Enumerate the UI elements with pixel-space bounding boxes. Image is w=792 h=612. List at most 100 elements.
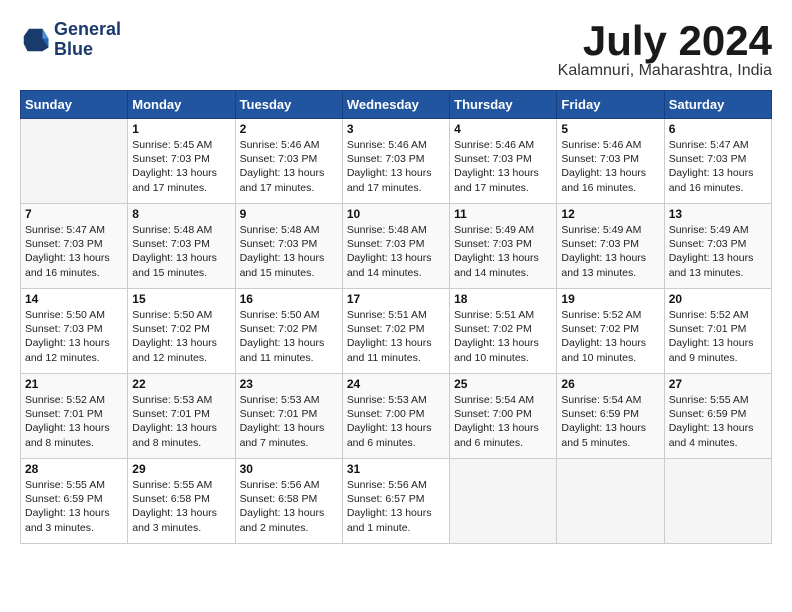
day-number: 30: [240, 462, 338, 476]
day-info: Sunrise: 5:54 AM Sunset: 6:59 PM Dayligh…: [561, 393, 659, 450]
day-info: Sunrise: 5:48 AM Sunset: 7:03 PM Dayligh…: [132, 223, 230, 280]
day-info: Sunrise: 5:50 AM Sunset: 7:02 PM Dayligh…: [132, 308, 230, 365]
week-row-5: 28 Sunrise: 5:55 AM Sunset: 6:59 PM Dayli…: [21, 459, 772, 544]
day-cell: 24 Sunrise: 5:53 AM Sunset: 7:00 PM Dayli…: [342, 374, 449, 459]
day-cell: 22 Sunrise: 5:53 AM Sunset: 7:01 PM Dayli…: [128, 374, 235, 459]
day-info: Sunrise: 5:46 AM Sunset: 7:03 PM Dayligh…: [561, 138, 659, 195]
day-cell: 28 Sunrise: 5:55 AM Sunset: 6:59 PM Dayli…: [21, 459, 128, 544]
calendar-table: SundayMondayTuesdayWednesdayThursdayFrid…: [20, 90, 772, 544]
day-number: 10: [347, 207, 445, 221]
day-cell: 29 Sunrise: 5:55 AM Sunset: 6:58 PM Dayli…: [128, 459, 235, 544]
day-info: Sunrise: 5:48 AM Sunset: 7:03 PM Dayligh…: [347, 223, 445, 280]
day-number: 2: [240, 122, 338, 136]
day-number: 24: [347, 377, 445, 391]
day-number: 14: [25, 292, 123, 306]
day-info: Sunrise: 5:46 AM Sunset: 7:03 PM Dayligh…: [454, 138, 552, 195]
day-info: Sunrise: 5:52 AM Sunset: 7:01 PM Dayligh…: [669, 308, 767, 365]
column-header-saturday: Saturday: [664, 91, 771, 119]
week-row-4: 21Sunrise: 5:52 AM Sunset: 7:01 PM Dayli…: [21, 374, 772, 459]
day-number: 6: [669, 122, 767, 136]
day-cell: 23 Sunrise: 5:53 AM Sunset: 7:01 PM Dayli…: [235, 374, 342, 459]
column-header-thursday: Thursday: [450, 91, 557, 119]
column-header-wednesday: Wednesday: [342, 91, 449, 119]
month-title: July 2024: [558, 20, 772, 62]
day-cell: 27 Sunrise: 5:55 AM Sunset: 6:59 PM Dayli…: [664, 374, 771, 459]
day-info: Sunrise: 5:50 AM Sunset: 7:03 PM Dayligh…: [25, 308, 123, 365]
day-cell: 13Sunrise: 5:49 AM Sunset: 7:03 PM Dayli…: [664, 204, 771, 289]
day-number: 4: [454, 122, 552, 136]
day-number: 5: [561, 122, 659, 136]
day-number: 22: [132, 377, 230, 391]
day-cell: 15 Sunrise: 5:50 AM Sunset: 7:02 PM Dayli…: [128, 289, 235, 374]
day-info: Sunrise: 5:55 AM Sunset: 6:59 PM Dayligh…: [25, 478, 123, 535]
day-number: 19: [561, 292, 659, 306]
day-info: Sunrise: 5:53 AM Sunset: 7:01 PM Dayligh…: [240, 393, 338, 450]
day-number: 11: [454, 207, 552, 221]
day-cell: 16 Sunrise: 5:50 AM Sunset: 7:02 PM Dayli…: [235, 289, 342, 374]
day-cell: 14 Sunrise: 5:50 AM Sunset: 7:03 PM Dayli…: [21, 289, 128, 374]
day-cell: 3Sunrise: 5:46 AM Sunset: 7:03 PM Daylig…: [342, 119, 449, 204]
day-cell: 7 Sunrise: 5:47 AM Sunset: 7:03 PM Daylig…: [21, 204, 128, 289]
day-cell: 5 Sunrise: 5:46 AM Sunset: 7:03 PM Daylig…: [557, 119, 664, 204]
logo-line1: General: [54, 20, 121, 40]
column-header-friday: Friday: [557, 91, 664, 119]
day-info: Sunrise: 5:53 AM Sunset: 7:01 PM Dayligh…: [132, 393, 230, 450]
day-cell: 6 Sunrise: 5:47 AM Sunset: 7:03 PM Daylig…: [664, 119, 771, 204]
day-cell: 12Sunrise: 5:49 AM Sunset: 7:03 PM Dayli…: [557, 204, 664, 289]
day-number: 15: [132, 292, 230, 306]
day-number: 20: [669, 292, 767, 306]
day-info: Sunrise: 5:45 AM Sunset: 7:03 PM Dayligh…: [132, 138, 230, 195]
day-info: Sunrise: 5:49 AM Sunset: 7:03 PM Dayligh…: [454, 223, 552, 280]
day-info: Sunrise: 5:49 AM Sunset: 7:03 PM Dayligh…: [669, 223, 767, 280]
day-cell: [557, 459, 664, 544]
day-cell: 18Sunrise: 5:51 AM Sunset: 7:02 PM Dayli…: [450, 289, 557, 374]
day-info: Sunrise: 5:50 AM Sunset: 7:02 PM Dayligh…: [240, 308, 338, 365]
day-cell: [664, 459, 771, 544]
day-cell: 26Sunrise: 5:54 AM Sunset: 6:59 PM Dayli…: [557, 374, 664, 459]
column-header-sunday: Sunday: [21, 91, 128, 119]
day-cell: 9 Sunrise: 5:48 AM Sunset: 7:03 PM Daylig…: [235, 204, 342, 289]
week-row-3: 14 Sunrise: 5:50 AM Sunset: 7:03 PM Dayli…: [21, 289, 772, 374]
day-info: Sunrise: 5:46 AM Sunset: 7:03 PM Dayligh…: [240, 138, 338, 195]
day-info: Sunrise: 5:54 AM Sunset: 7:00 PM Dayligh…: [454, 393, 552, 450]
title-block: July 2024 Kalamnuri, Maharashtra, India: [558, 20, 772, 80]
day-info: Sunrise: 5:56 AM Sunset: 6:57 PM Dayligh…: [347, 478, 445, 535]
day-cell: 11 Sunrise: 5:49 AM Sunset: 7:03 PM Dayli…: [450, 204, 557, 289]
day-cell: 4 Sunrise: 5:46 AM Sunset: 7:03 PM Daylig…: [450, 119, 557, 204]
day-number: 25: [454, 377, 552, 391]
day-number: 29: [132, 462, 230, 476]
day-info: Sunrise: 5:47 AM Sunset: 7:03 PM Dayligh…: [669, 138, 767, 195]
day-info: Sunrise: 5:55 AM Sunset: 6:58 PM Dayligh…: [132, 478, 230, 535]
day-number: 9: [240, 207, 338, 221]
day-number: 23: [240, 377, 338, 391]
day-cell: 1 Sunrise: 5:45 AM Sunset: 7:03 PM Daylig…: [128, 119, 235, 204]
day-number: 1: [132, 122, 230, 136]
day-cell: [21, 119, 128, 204]
column-header-tuesday: Tuesday: [235, 91, 342, 119]
day-cell: 8 Sunrise: 5:48 AM Sunset: 7:03 PM Daylig…: [128, 204, 235, 289]
day-number: 28: [25, 462, 123, 476]
day-cell: 20 Sunrise: 5:52 AM Sunset: 7:01 PM Dayli…: [664, 289, 771, 374]
day-info: Sunrise: 5:55 AM Sunset: 6:59 PM Dayligh…: [669, 393, 767, 450]
day-number: 7: [25, 207, 123, 221]
column-header-monday: Monday: [128, 91, 235, 119]
logo-line2: Blue: [54, 40, 121, 60]
day-info: Sunrise: 5:47 AM Sunset: 7:03 PM Dayligh…: [25, 223, 123, 280]
day-cell: 17Sunrise: 5:51 AM Sunset: 7:02 PM Dayli…: [342, 289, 449, 374]
day-number: 3: [347, 122, 445, 136]
day-cell: 31 Sunrise: 5:56 AM Sunset: 6:57 PM Dayli…: [342, 459, 449, 544]
day-number: 18: [454, 292, 552, 306]
day-cell: 30 Sunrise: 5:56 AM Sunset: 6:58 PM Dayli…: [235, 459, 342, 544]
day-number: 31: [347, 462, 445, 476]
day-info: Sunrise: 5:48 AM Sunset: 7:03 PM Dayligh…: [240, 223, 338, 280]
day-number: 16: [240, 292, 338, 306]
day-cell: [450, 459, 557, 544]
day-cell: 25 Sunrise: 5:54 AM Sunset: 7:00 PM Dayli…: [450, 374, 557, 459]
day-number: 27: [669, 377, 767, 391]
week-row-1: 1 Sunrise: 5:45 AM Sunset: 7:03 PM Daylig…: [21, 119, 772, 204]
day-info: Sunrise: 5:56 AM Sunset: 6:58 PM Dayligh…: [240, 478, 338, 535]
column-headers: SundayMondayTuesdayWednesdayThursdayFrid…: [21, 91, 772, 119]
day-number: 8: [132, 207, 230, 221]
day-info: Sunrise: 5:53 AM Sunset: 7:00 PM Dayligh…: [347, 393, 445, 450]
day-number: 17: [347, 292, 445, 306]
